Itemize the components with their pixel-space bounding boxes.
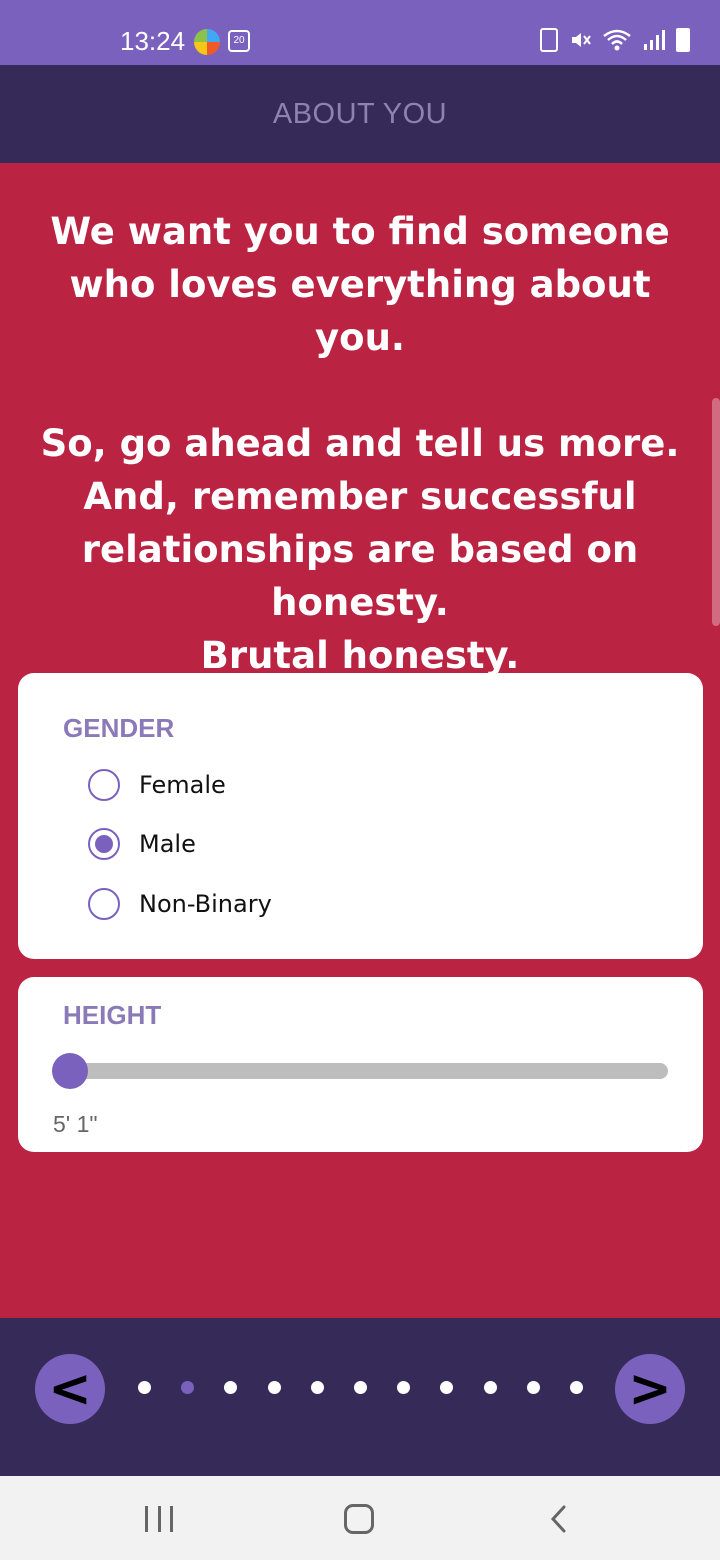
wifi-icon (603, 29, 631, 51)
intro-line: who loves everything about you. (69, 263, 651, 359)
recents-button[interactable] (145, 1506, 173, 1532)
status-time: 13:24 (120, 26, 186, 56)
page-dot (570, 1381, 583, 1394)
page-dot (138, 1381, 151, 1394)
radio-label: Male (139, 830, 196, 858)
home-button[interactable] (344, 1504, 374, 1534)
height-slider-thumb[interactable] (52, 1053, 88, 1089)
status-bar: 13:24 20 (0, 0, 720, 65)
gender-option-male[interactable]: Male (88, 824, 196, 864)
pagination-bar: < > (0, 1318, 720, 1476)
gender-option-female[interactable]: Female (88, 765, 226, 805)
page-dot (267, 1381, 281, 1394)
height-slider-track[interactable] (70, 1063, 668, 1079)
scroll-indicator[interactable] (712, 398, 720, 626)
page-dot (526, 1381, 540, 1394)
signal-icon (644, 30, 665, 50)
battery-icon (676, 28, 690, 52)
chevron-left-icon: < (48, 1359, 92, 1419)
intro-text: We want you to find someone who loves ev… (20, 205, 700, 682)
page-dots (138, 1381, 583, 1395)
page-dot (310, 1381, 324, 1394)
intro-line: And, remember successful (83, 475, 637, 518)
radio-button[interactable] (88, 888, 120, 920)
next-button[interactable]: > (615, 1354, 685, 1424)
chevron-right-icon: > (628, 1359, 672, 1419)
radio-label: Non-Binary (139, 890, 272, 918)
system-nav-bar (0, 1476, 720, 1560)
intro-line: relationships are based on honesty. (81, 528, 639, 624)
page-dot (224, 1381, 238, 1394)
radio-button-checked[interactable] (88, 828, 120, 860)
height-value: 5' 1" (53, 1111, 98, 1137)
gender-option-non-binary[interactable]: Non-Binary (88, 884, 272, 924)
previous-button[interactable]: < (35, 1354, 105, 1424)
page-dot (440, 1381, 454, 1394)
gender-label: GENDER (63, 713, 175, 743)
height-label: HEIGHT (63, 1000, 162, 1030)
page-dot (354, 1381, 367, 1394)
height-card: HEIGHT 5' 1" (18, 977, 703, 1152)
intro-line: We want you to find someone (50, 210, 670, 253)
page-dot (397, 1381, 411, 1394)
intro-line: So, go ahead and tell us more. (40, 422, 680, 465)
browser-app-icon (194, 29, 220, 55)
radio-label: Female (139, 771, 226, 799)
status-icons (540, 28, 690, 52)
app-header: ABOUT YOU (0, 65, 720, 163)
gender-card: GENDER Female Male Non-Binary (18, 673, 703, 959)
page-dot (483, 1381, 497, 1394)
battery-saver-icon (540, 28, 558, 52)
page-title: ABOUT YOU (272, 97, 448, 130)
mute-icon (572, 33, 591, 47)
radio-button[interactable] (88, 769, 120, 801)
calendar-icon: 20 (228, 30, 250, 52)
back-button[interactable] (548, 1504, 568, 1534)
page-dot-active (181, 1381, 195, 1394)
